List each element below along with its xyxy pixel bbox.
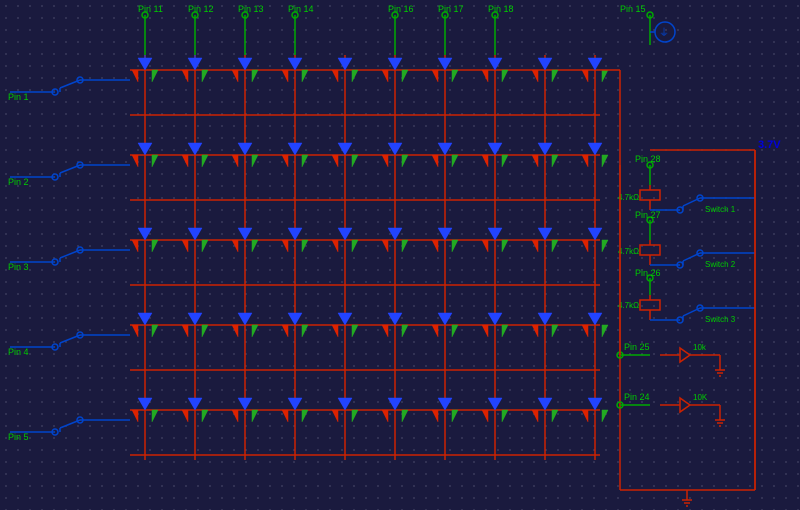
svg-text:⏚: ⏚ <box>659 27 669 39</box>
res4-label: 10k <box>693 343 707 352</box>
pin18-label: Pin 18 <box>488 4 514 14</box>
pin3-label: Pin 3 <box>8 262 29 272</box>
pin13-label: Pin 13 <box>238 4 264 14</box>
pin24-label: Pin 24 <box>624 392 650 402</box>
pin4-label: Pin 4 <box>8 347 29 357</box>
resistor3-label: 4.7kΩ <box>618 301 639 310</box>
schematic-svg: Pin 11 Pin 12 Pin 13 Pin 14 Pin 16 Pin 1… <box>0 0 800 510</box>
pin16-label: Pin 16 <box>388 4 414 14</box>
pin15-label: Pin 15 <box>620 4 646 14</box>
pin12-label: Pin 12 <box>188 4 214 14</box>
res5-label: 10K <box>693 393 708 402</box>
switch2-label: Switch 2 <box>705 260 736 269</box>
pin17-label: Pin 17 <box>438 4 464 14</box>
pin28-label: Pin 28 <box>635 154 661 164</box>
pin2-label: Pin 2 <box>8 177 29 187</box>
pin1-label: Pin 1 <box>8 92 29 102</box>
pin5-label: Pin 5 <box>8 432 29 442</box>
pin27-label: Pin 27 <box>635 210 661 220</box>
switch3-label: Switch 3 <box>705 315 736 324</box>
pin14-label: Pin 14 <box>288 4 314 14</box>
switch1-label: Switch 1 <box>705 205 736 214</box>
resistor2-label: 4.7kΩ <box>618 247 639 256</box>
resistor1-label: 4.7kΩ <box>618 193 639 202</box>
pin26-label: Pin 26 <box>635 268 661 278</box>
voltage-label: 3.7V <box>758 139 781 151</box>
pin25-label: Pin 25 <box>624 342 650 352</box>
pin11-label: Pin 11 <box>138 4 163 14</box>
